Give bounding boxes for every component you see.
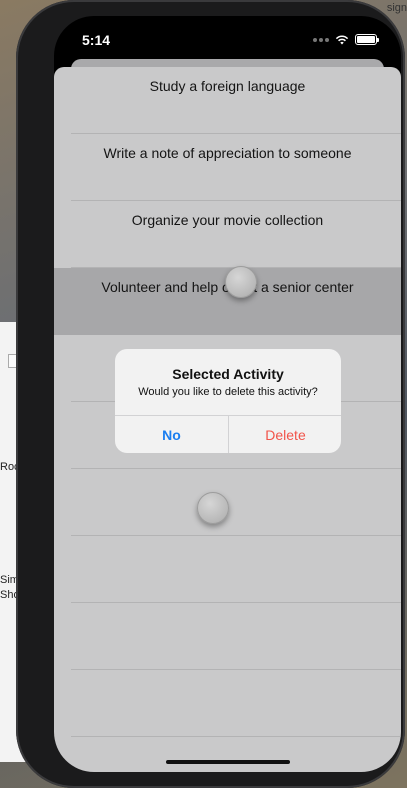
wifi-icon <box>335 34 349 44</box>
activity-row[interactable] <box>54 603 401 670</box>
activity-row[interactable]: Write a note of appreciation to someone <box>54 134 401 201</box>
alert-message: Would you like to delete this activity? <box>138 386 318 398</box>
touch-indicator <box>225 266 257 298</box>
touch-indicator <box>197 492 229 524</box>
activity-row[interactable] <box>54 737 401 772</box>
activity-label: Write a note of appreciation to someone <box>103 145 352 161</box>
status-icons <box>307 34 379 45</box>
activity-label: Organize your movie collection <box>131 212 324 228</box>
activity-row[interactable] <box>54 536 401 603</box>
delete-activity-alert: Selected Activity Would you like to dele… <box>115 349 341 453</box>
battery-icon <box>355 34 379 45</box>
device-notch <box>138 16 318 46</box>
activity-row[interactable] <box>54 670 401 737</box>
activity-row[interactable]: Organize your movie collection <box>54 201 401 268</box>
status-time: 5:14 <box>82 32 111 48</box>
no-button[interactable]: No <box>115 416 228 453</box>
delete-button[interactable]: Delete <box>229 416 341 453</box>
activity-label: Study a foreign language <box>149 78 306 94</box>
alert-title: Selected Activity <box>172 366 284 382</box>
activity-row[interactable]: Study a foreign language <box>54 67 401 134</box>
home-indicator[interactable] <box>166 760 290 764</box>
device-screen: 5:14 Study a foreign language Write a no… <box>54 16 401 772</box>
desktop-window-title-fragment: sign <box>386 2 407 14</box>
iphone-simulator-frame: 5:14 Study a foreign language Write a no… <box>16 0 405 788</box>
